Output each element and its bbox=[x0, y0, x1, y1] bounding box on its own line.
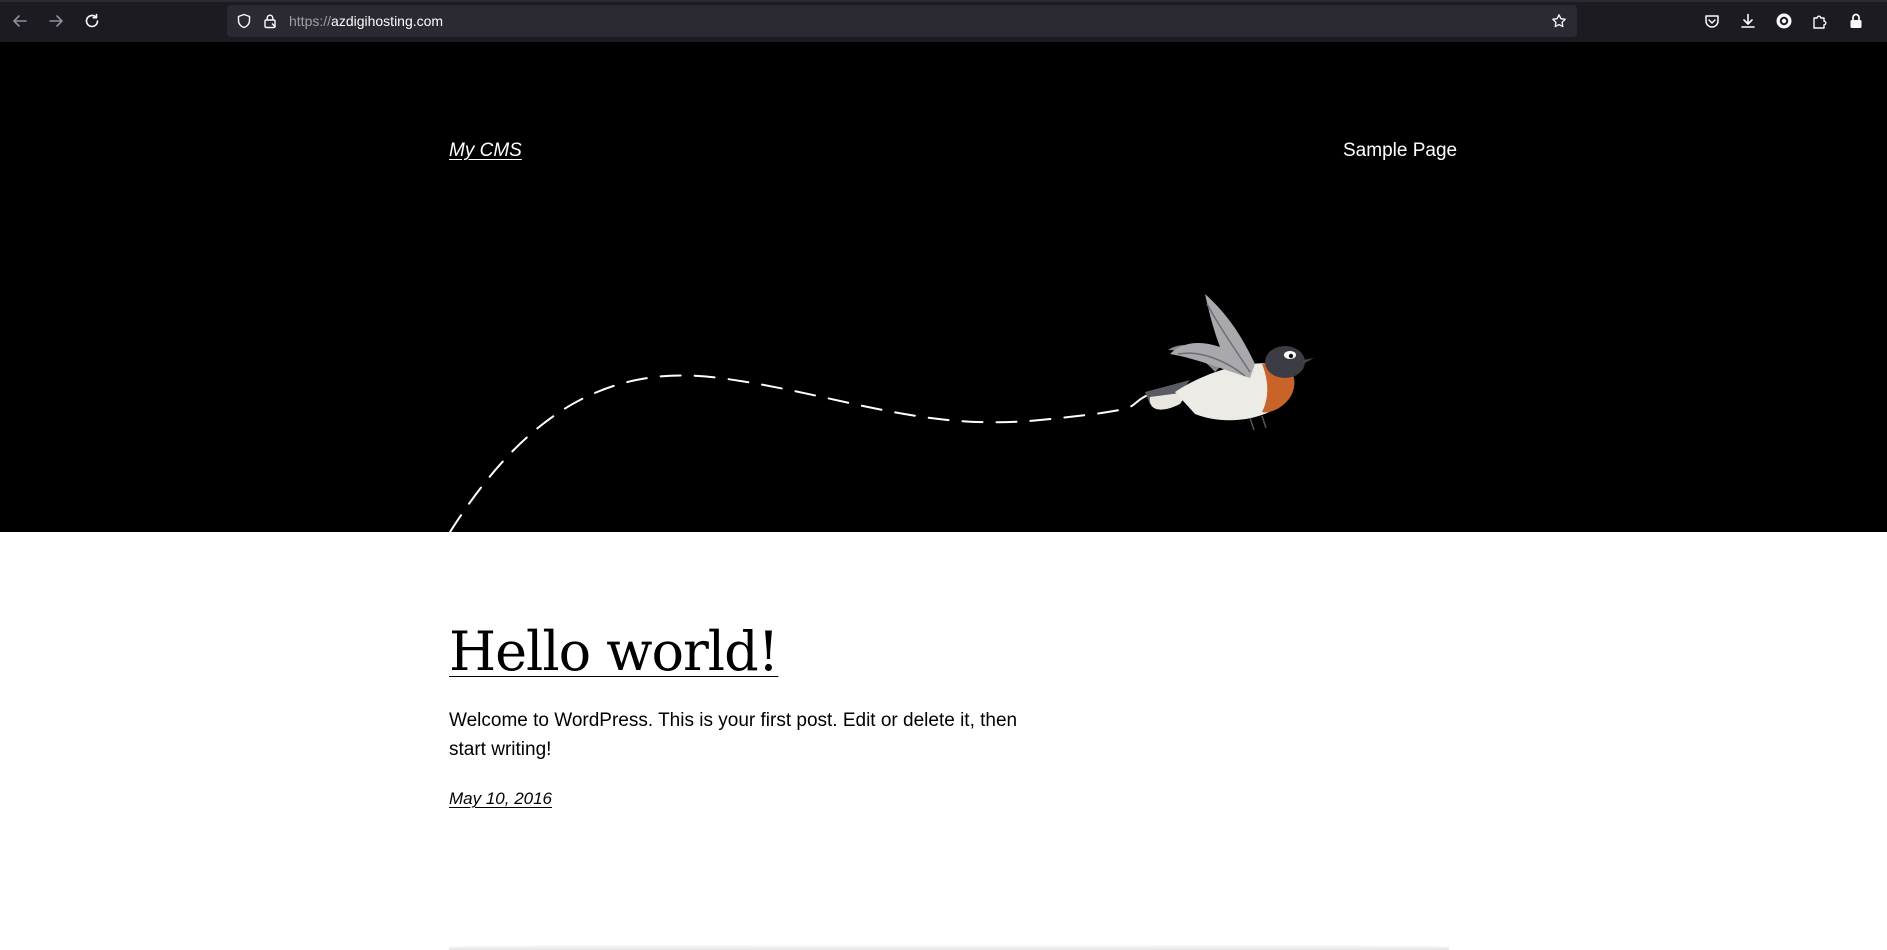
bird-icon bbox=[1145, 294, 1314, 431]
lock-icon bbox=[1850, 13, 1862, 28]
flight-path bbox=[449, 374, 1151, 532]
url-text[interactable]: https://azdigihosting.com bbox=[289, 5, 443, 37]
toolbar-top-edge bbox=[0, 0, 1887, 2]
url-protocol: https:// bbox=[289, 13, 332, 29]
footer-edge-shadow bbox=[449, 944, 1449, 950]
post-title-link[interactable]: Hello world! bbox=[449, 620, 779, 684]
shield-icon[interactable] bbox=[236, 13, 252, 29]
download-icon bbox=[1741, 13, 1755, 28]
vpn-button[interactable] bbox=[1845, 10, 1867, 32]
account-button[interactable] bbox=[1773, 10, 1795, 32]
post-excerpt: Welcome to WordPress. This is your first… bbox=[449, 710, 1018, 760]
address-bar[interactable]: https://azdigihosting.com bbox=[227, 5, 1577, 37]
puzzle-icon bbox=[1813, 15, 1827, 29]
pocket-button[interactable] bbox=[1701, 10, 1723, 32]
site-header: My CMS Sample Page bbox=[0, 42, 1887, 532]
browser-toolbar: https://azdigihosting.com bbox=[0, 0, 1887, 42]
back-arrow-icon bbox=[13, 15, 27, 27]
post-date-link[interactable]: May 10, 2016 bbox=[449, 789, 552, 809]
forward-arrow-icon bbox=[49, 15, 63, 27]
lock-icon[interactable] bbox=[262, 13, 278, 29]
account-icon bbox=[1776, 13, 1792, 29]
url-host: azdigihosting.com bbox=[331, 13, 444, 29]
extensions-button[interactable] bbox=[1809, 10, 1831, 32]
star-icon[interactable] bbox=[1551, 13, 1567, 29]
downloads-button[interactable] bbox=[1737, 10, 1759, 32]
forward-button[interactable] bbox=[45, 10, 67, 32]
site-title-link[interactable]: My CMS bbox=[449, 140, 522, 162]
nav-link-sample-page[interactable]: Sample Page bbox=[1343, 140, 1457, 162]
back-button[interactable] bbox=[9, 10, 31, 32]
reload-button[interactable] bbox=[81, 10, 103, 32]
reload-icon bbox=[85, 13, 99, 28]
hero-illustration bbox=[449, 294, 1314, 532]
pocket-icon bbox=[1705, 15, 1719, 28]
